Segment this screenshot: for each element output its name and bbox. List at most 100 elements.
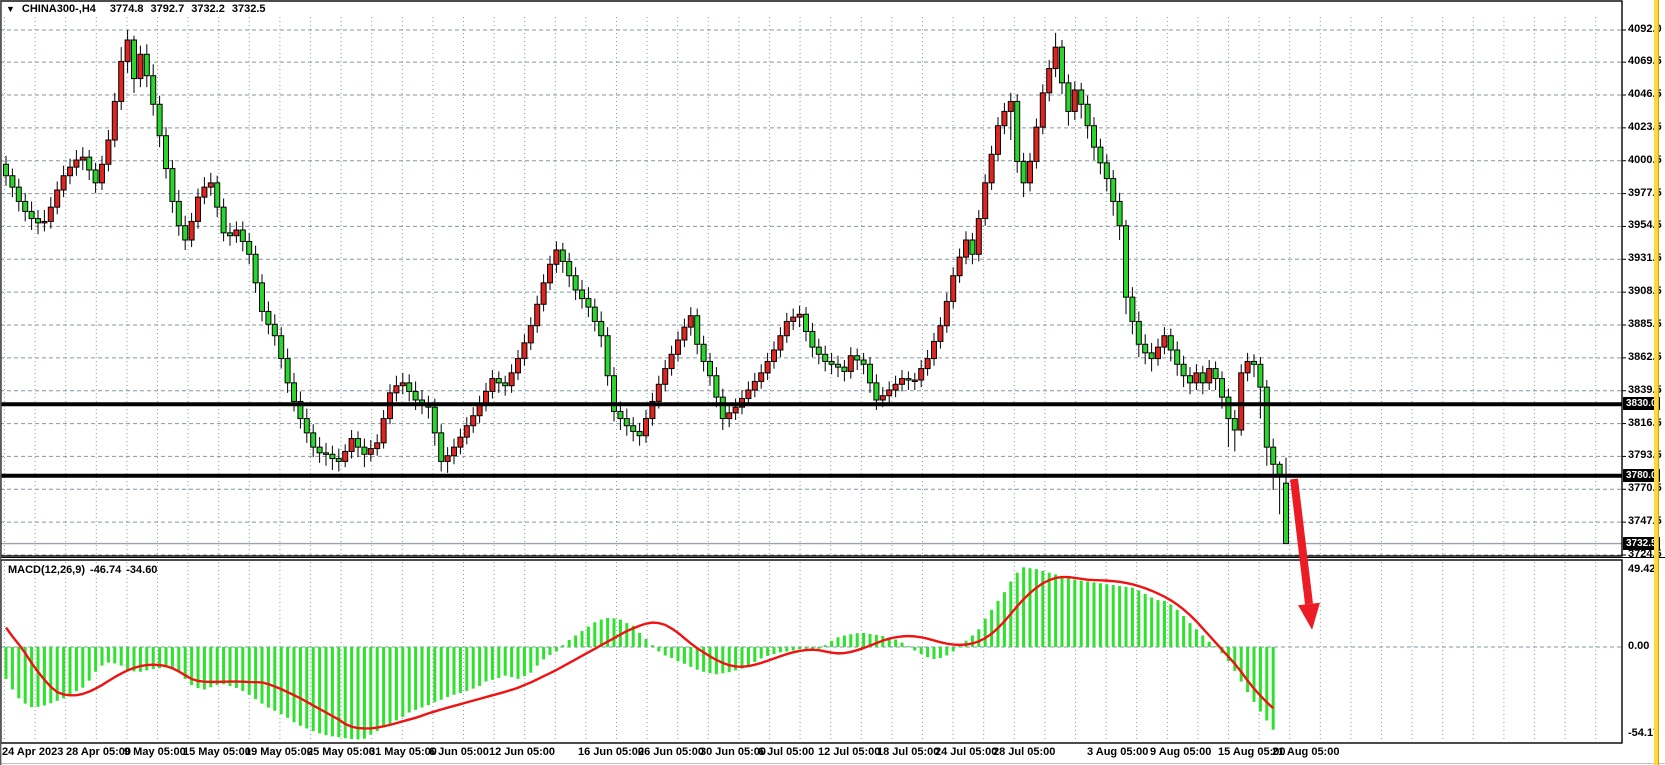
macd-histogram-bar: [101, 647, 104, 666]
macd-histogram-bar: [721, 647, 724, 673]
macd-histogram-bar: [824, 645, 827, 647]
macd-histogram-bar: [856, 633, 859, 647]
macd-histogram-bar: [709, 647, 712, 673]
macd-indicator-label: MACD(12,26,9)-46.74-34.60: [8, 564, 162, 576]
macd-histogram-bar: [305, 647, 308, 728]
macd-histogram-bar: [894, 640, 897, 647]
candle-body: [631, 426, 636, 432]
macd-histogram-bar: [574, 635, 577, 647]
candle-body: [797, 314, 802, 317]
macd-histogram-bar: [69, 647, 72, 695]
macd-histogram-bar: [1086, 582, 1089, 647]
macd-histogram-bar: [43, 647, 46, 705]
macd-histogram-bar: [1112, 585, 1115, 647]
candle-body: [1060, 47, 1065, 83]
macd-histogram-bar: [1259, 647, 1262, 712]
macd-histogram-bar: [408, 647, 411, 712]
macd-histogram-bar: [1233, 647, 1236, 671]
candle-body: [580, 290, 585, 299]
candle-body: [61, 176, 66, 190]
candle-body: [1092, 126, 1097, 147]
macd-histogram-bar: [1201, 635, 1204, 647]
time-tick-label: 12 Jul 05:00: [818, 746, 880, 758]
candle-body: [266, 311, 271, 324]
macd-histogram-bar: [613, 618, 616, 647]
candle-body: [138, 54, 143, 78]
candle-body: [1040, 93, 1045, 127]
candle-body: [343, 451, 348, 461]
candle-body: [4, 164, 9, 175]
macd-histogram-bar: [875, 635, 878, 647]
candle-body: [36, 219, 41, 223]
macd-histogram-bar: [382, 647, 385, 728]
macd-histogram-bar: [62, 647, 65, 698]
macd-histogram-bar: [497, 647, 500, 678]
candle-body: [240, 230, 245, 241]
macd-histogram-bar: [1022, 567, 1025, 647]
macd-histogram-bar: [389, 647, 392, 724]
candle-body: [1232, 419, 1237, 430]
macd-histogram-bar: [485, 647, 488, 682]
down-arrow-shaft[interactable]: [1294, 479, 1309, 604]
candle-body: [452, 447, 457, 456]
candle-body: [375, 443, 380, 449]
time-tick-label: 28 Apr 05:00: [66, 746, 131, 758]
macd-histogram-bar: [683, 647, 686, 664]
macd-histogram-bar: [907, 646, 910, 647]
candle-body: [695, 316, 700, 345]
down-arrow-head[interactable]: [1298, 603, 1320, 630]
macd-histogram-bar: [376, 647, 379, 731]
macd-histogram-bar: [600, 620, 603, 647]
candle-body: [548, 264, 553, 283]
time-tick-label: 31 May 05:00: [369, 746, 437, 758]
candle-body: [829, 361, 834, 364]
macd-histogram-bar: [1048, 573, 1051, 647]
macd-histogram-bar: [862, 633, 865, 647]
macd-histogram-bar: [325, 647, 328, 735]
candle-body: [196, 197, 201, 221]
macd-histogram-bar: [1144, 594, 1147, 647]
macd-histogram-bar: [529, 647, 532, 673]
macd-histogram-bar: [568, 640, 571, 647]
macd-histogram-bar: [81, 647, 84, 688]
candle-body: [804, 314, 809, 331]
candle-body: [868, 364, 873, 383]
macd-histogram-bar: [299, 647, 302, 726]
macd-histogram-bar: [1067, 578, 1070, 647]
candle-body: [100, 164, 105, 183]
candle-body: [208, 183, 213, 187]
candle-body: [1207, 369, 1212, 383]
candle-body: [964, 240, 969, 257]
candlestick-plot[interactable]: [0, 0, 1665, 765]
candle-body: [893, 384, 898, 390]
macd-histogram-bar: [1099, 583, 1102, 647]
macd-histogram-bar: [1093, 582, 1096, 647]
candle-body: [1098, 147, 1103, 163]
candle-body: [490, 379, 495, 392]
macd-histogram-bar: [453, 647, 456, 695]
candle-body: [234, 230, 239, 236]
candle-body: [368, 449, 373, 455]
time-tick-label: 24 Apr 2023: [2, 746, 63, 758]
candle-body: [1053, 47, 1058, 68]
candle-body: [842, 367, 847, 371]
chart-dropdown-icon[interactable]: ▼: [6, 4, 15, 14]
macd-name: MACD(12,26,9): [8, 564, 85, 576]
candle-body: [29, 211, 34, 218]
candle-body: [439, 433, 444, 462]
time-tick-label: 6 Jun 05:00: [429, 746, 489, 758]
candle-body: [663, 369, 668, 385]
candle-body: [733, 407, 738, 413]
macd-histogram-bar: [638, 633, 641, 647]
macd-histogram-bar: [1029, 568, 1032, 647]
candle-body: [701, 344, 706, 361]
macd-histogram-bar: [1163, 601, 1166, 647]
candle-body: [752, 381, 757, 390]
candle-body: [1085, 104, 1090, 125]
candle-body: [189, 221, 194, 240]
candle-body: [1130, 297, 1135, 321]
candle-body: [509, 373, 514, 386]
candle-body: [183, 226, 188, 240]
macd-histogram-bar: [517, 647, 520, 679]
candle-body: [413, 391, 418, 400]
